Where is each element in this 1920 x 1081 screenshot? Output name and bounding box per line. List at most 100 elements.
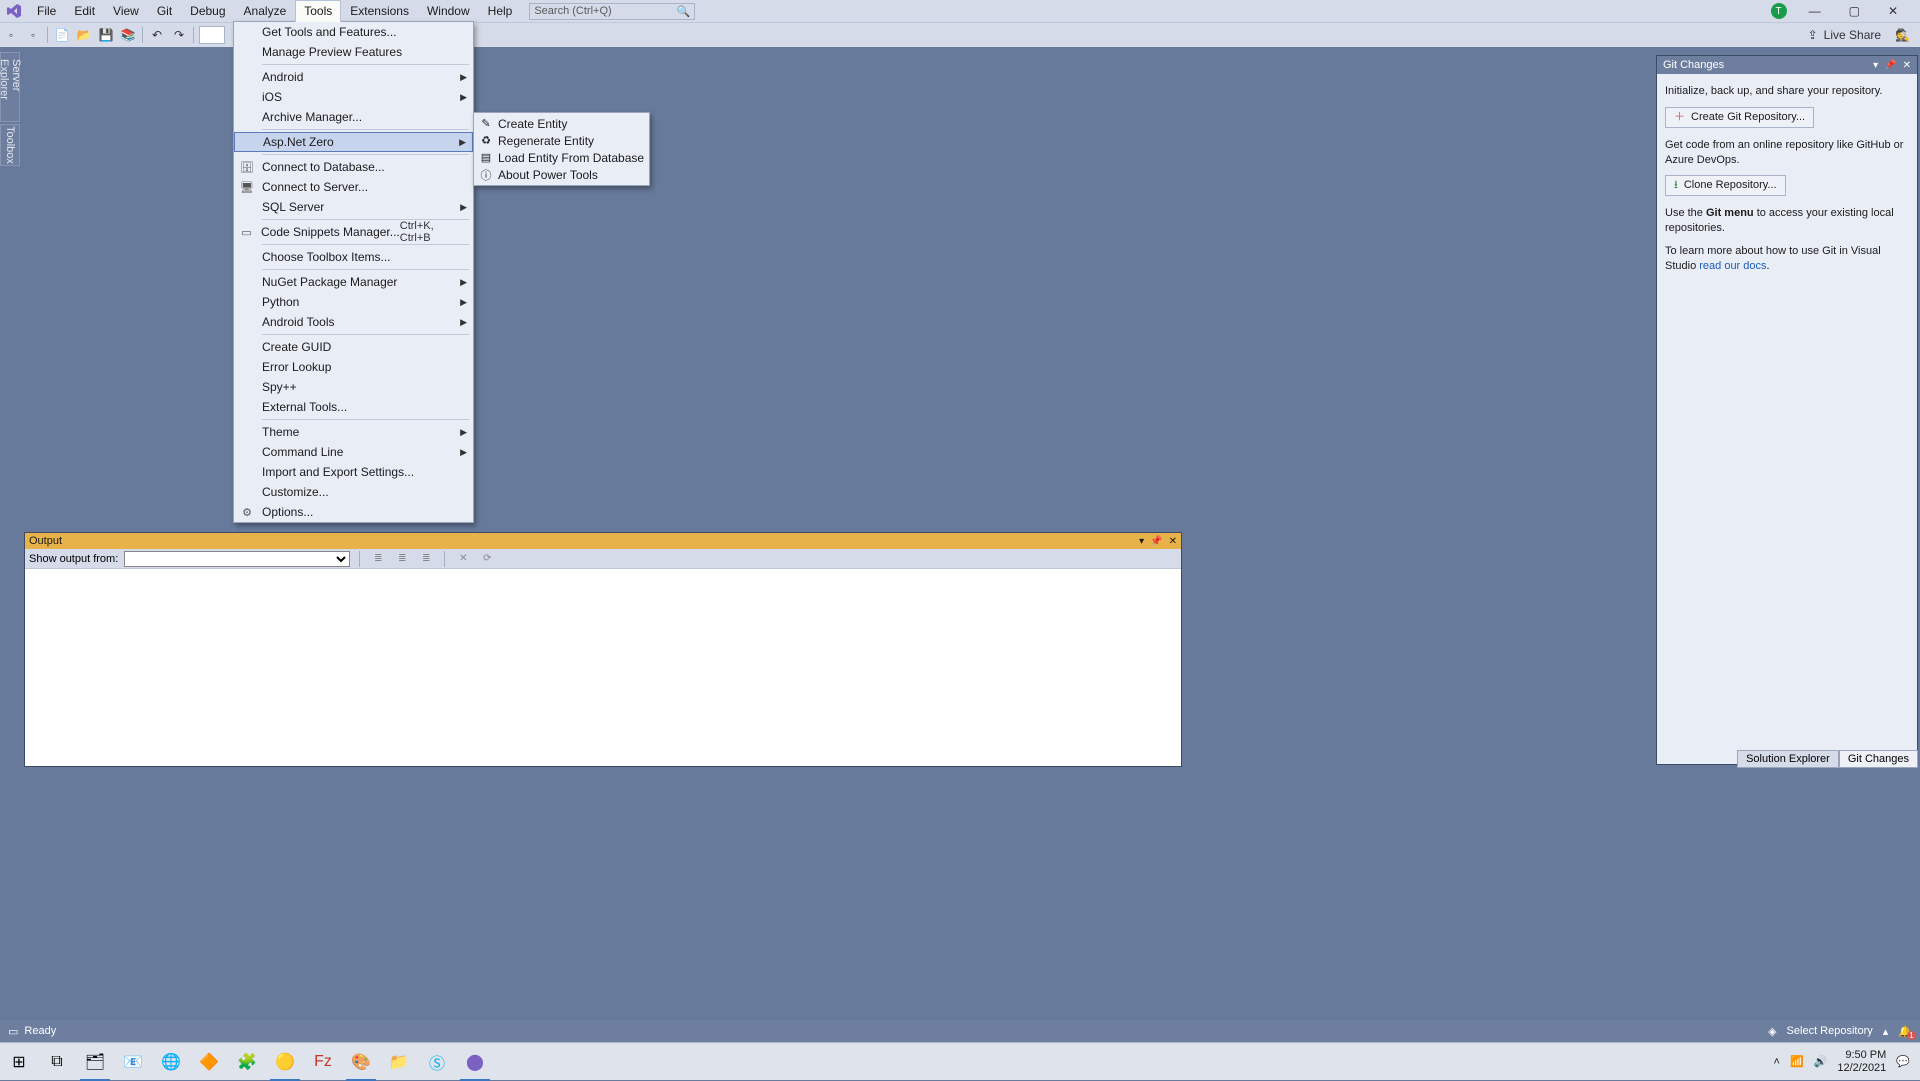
panel-close-icon[interactable]: ✕ [1903, 60, 1911, 71]
task-view-icon[interactable]: ⧉ [38, 1043, 76, 1081]
menu-item-create-guid[interactable]: Create GUID [234, 337, 473, 357]
menu-help[interactable]: Help [479, 0, 522, 22]
start-button[interactable]: ⊞ [0, 1043, 38, 1081]
menu-item-nuget-package-manager[interactable]: NuGet Package Manager▶ [234, 272, 473, 292]
panel-dropdown-icon[interactable]: ▾ [1873, 60, 1878, 71]
toolbox-tab[interactable]: Toolbox [0, 124, 20, 166]
menu-item-asp-net-zero[interactable]: Asp.Net Zero▶ [234, 132, 473, 152]
menu-file[interactable]: File [28, 0, 65, 22]
menu-item-archive-manager-[interactable]: Archive Manager... [234, 107, 473, 127]
clone-repo-button[interactable]: ⭳ Clone Repository... [1665, 175, 1786, 196]
menu-git[interactable]: Git [148, 0, 181, 22]
forward-icon[interactable]: ◦ [22, 24, 44, 46]
app-icon-2[interactable]: 🧩 [228, 1043, 266, 1081]
menu-item-choose-toolbox-items-[interactable]: Choose Toolbox Items... [234, 247, 473, 267]
notifications-tray-icon[interactable]: 💬 [1896, 1055, 1910, 1068]
menu-item-theme[interactable]: Theme▶ [234, 422, 473, 442]
output-tb-btn3[interactable]: ≣ [417, 551, 435, 567]
menu-item-spy-[interactable]: Spy++ [234, 377, 473, 397]
user-avatar[interactable]: T [1771, 3, 1787, 19]
search-box[interactable]: Search (Ctrl+Q) 🔍 [529, 3, 695, 20]
output-tb-btn5[interactable]: ⟳ [478, 551, 496, 567]
filezilla-icon[interactable]: Fz [304, 1043, 342, 1081]
live-share-label[interactable]: Live Share [1824, 28, 1881, 42]
submenu-item-regenerate-entity[interactable]: ♻Regenerate Entity [474, 132, 649, 149]
panel-pin-icon[interactable]: 📌 [1150, 536, 1162, 547]
figma-icon[interactable]: 🎨 [342, 1043, 380, 1081]
maximize-button[interactable]: ▢ [1843, 4, 1866, 18]
open-icon[interactable]: 📂 [73, 24, 95, 46]
menu-tools[interactable]: Tools [295, 0, 341, 22]
notifications-icon[interactable]: 🔔1 [1898, 1025, 1912, 1038]
menu-debug[interactable]: Debug [181, 0, 234, 22]
clock-date: 12/2/2021 [1837, 1062, 1886, 1074]
visual-studio-icon[interactable]: ⬤ [456, 1043, 494, 1081]
submenu-item-about-power-tools[interactable]: ⓘAbout Power Tools [474, 166, 649, 183]
back-icon[interactable]: ◦ [0, 24, 22, 46]
menu-item-code-snippets-manager-[interactable]: ▭Code Snippets Manager...Ctrl+K, Ctrl+B [234, 222, 473, 242]
wifi-icon[interactable]: 📶 [1790, 1055, 1804, 1068]
menu-item-sql-server[interactable]: SQL Server▶ [234, 197, 473, 217]
save-icon[interactable]: 💾 [95, 24, 117, 46]
menu-window[interactable]: Window [418, 0, 479, 22]
close-button[interactable]: ✕ [1882, 4, 1904, 18]
output-source-select[interactable] [124, 551, 350, 567]
folder-icon[interactable]: 📁 [380, 1043, 418, 1081]
edge-icon[interactable]: 🌐 [152, 1043, 190, 1081]
menu-item-external-tools-[interactable]: External Tools... [234, 397, 473, 417]
menu-edit[interactable]: Edit [65, 0, 104, 22]
menu-item-import-and-export-settings-[interactable]: Import and Export Settings... [234, 462, 473, 482]
tray-expand-icon[interactable]: ˄ [1774, 1056, 1780, 1068]
select-repo-label[interactable]: Select Repository [1787, 1025, 1873, 1037]
status-bar: ▭ Ready ◈ Select Repository ▴ 🔔1 [0, 1020, 1920, 1042]
menu-separator [262, 419, 469, 420]
menu-item-label: Theme [260, 425, 473, 439]
menu-item-error-lookup[interactable]: Error Lookup [234, 357, 473, 377]
menu-view[interactable]: View [104, 0, 148, 22]
status-ready-icon: ▭ [8, 1025, 18, 1038]
panel-dropdown-icon[interactable]: ▾ [1139, 536, 1144, 547]
menu-item-ios[interactable]: iOS▶ [234, 87, 473, 107]
save-all-icon[interactable]: 📚 [117, 24, 139, 46]
menu-analyze[interactable]: Analyze [235, 0, 296, 22]
menu-item-label: Archive Manager... [260, 110, 473, 124]
output-tb-btn4[interactable]: ✕ [454, 551, 472, 567]
menu-item-manage-preview-features[interactable]: Manage Preview Features [234, 42, 473, 62]
menu-extensions[interactable]: Extensions [341, 0, 418, 22]
redo-icon[interactable]: ↷ [168, 24, 190, 46]
panel-pin-icon[interactable]: 📌 [1884, 60, 1896, 71]
menu-item-customize-[interactable]: Customize... [234, 482, 473, 502]
menu-item-connect-to-server-[interactable]: 🖥Connect to Server... [234, 177, 473, 197]
skype-icon[interactable]: Ⓢ [418, 1043, 456, 1081]
read-docs-link[interactable]: read our docs [1699, 260, 1766, 272]
server-explorer-tab[interactable]: Server Explorer [0, 52, 20, 122]
output-tb-btn2[interactable]: ≣ [393, 551, 411, 567]
create-git-repo-button[interactable]: ＋ Create Git Repository... [1665, 107, 1814, 128]
git-text-menu: Use the Git menu to access your existing… [1665, 206, 1909, 236]
menu-item-get-tools-and-features-[interactable]: Get Tools and Features... [234, 22, 473, 42]
output-tb-btn1[interactable]: ≣ [369, 551, 387, 567]
file-explorer-icon[interactable]: 🗂 [76, 1043, 114, 1081]
app-icon-1[interactable]: 🔶 [190, 1043, 228, 1081]
clock[interactable]: 9:50 PM 12/2/2021 [1837, 1049, 1886, 1073]
menu-item-connect-to-database-[interactable]: 🗄Connect to Database... [234, 157, 473, 177]
undo-icon[interactable]: ↶ [146, 24, 168, 46]
menu-item-android-tools[interactable]: Android Tools▶ [234, 312, 473, 332]
config-dropdown[interactable] [199, 26, 225, 44]
submenu-item-create-entity[interactable]: ✎Create Entity [474, 115, 649, 132]
git-changes-tab[interactable]: Git Changes [1839, 750, 1918, 768]
mail-icon[interactable]: 📧 [114, 1043, 152, 1081]
submenu-item-load-entity-from-database[interactable]: ▤Load Entity From Database [474, 149, 649, 166]
menu-item-command-line[interactable]: Command Line▶ [234, 442, 473, 462]
minimize-button[interactable]: — [1803, 4, 1827, 18]
volume-icon[interactable]: 🔊 [1814, 1055, 1828, 1068]
menu-item-android[interactable]: Android▶ [234, 67, 473, 87]
new-project-icon[interactable]: 📄 [51, 24, 73, 46]
feedback-icon[interactable]: 🕵 [1895, 28, 1910, 42]
menu-item-options-[interactable]: ⚙Options... [234, 502, 473, 522]
repo-dropdown-icon[interactable]: ▴ [1883, 1025, 1889, 1038]
chrome-icon[interactable]: 🟡 [266, 1043, 304, 1081]
menu-item-python[interactable]: Python▶ [234, 292, 473, 312]
solution-explorer-tab[interactable]: Solution Explorer [1737, 750, 1839, 768]
panel-close-icon[interactable]: ✕ [1169, 536, 1177, 547]
